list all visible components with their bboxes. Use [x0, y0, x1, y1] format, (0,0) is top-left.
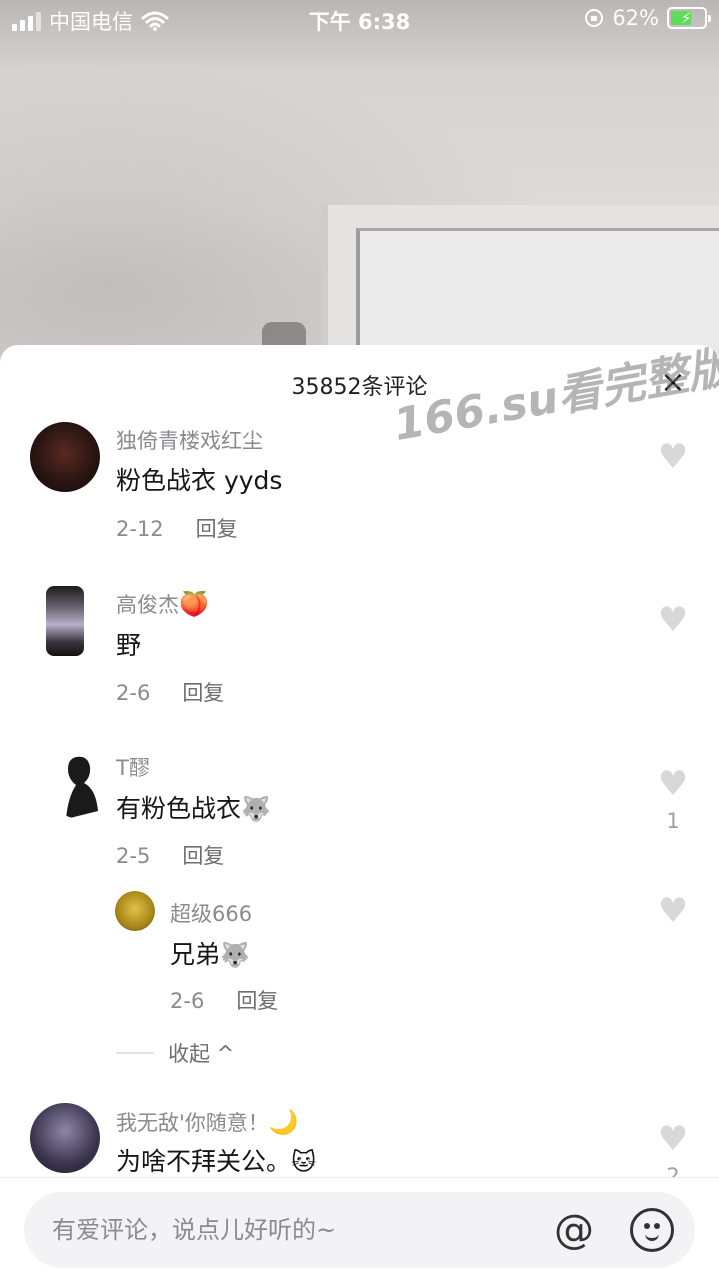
comments-sheet: 35852条评论 × 166.su看完整版 独倚青楼戏红尘 粉色战衣 yyds … — [0, 345, 719, 1280]
silhouette-icon — [66, 756, 98, 819]
heart-icon: ♥ — [657, 764, 689, 804]
heart-icon: ♥ — [657, 1119, 689, 1159]
comment-author[interactable]: 我无敌'你随意！🌙 — [116, 1107, 299, 1137]
avatar[interactable] — [115, 891, 155, 931]
like-count: 1 — [666, 809, 680, 833]
battery-percent: 62% — [612, 6, 659, 30]
reply-button[interactable]: 回复 — [236, 989, 278, 1013]
cat-emoji: 🐱 — [291, 1148, 317, 1176]
reply-button[interactable]: 回复 — [182, 681, 224, 705]
comment-author[interactable]: 超级666 — [170, 898, 252, 928]
comment-author[interactable]: 独倚青楼戏红尘 — [116, 425, 263, 455]
reply-button[interactable]: 回复 — [196, 517, 238, 541]
author-name: 高俊杰 — [116, 593, 179, 617]
comment-text: 粉色战衣 yyds — [116, 466, 283, 495]
comment-text: 野 — [116, 631, 142, 660]
comment-meta: 2-5 回复 — [116, 840, 224, 870]
like-button[interactable]: ♥ — [653, 440, 693, 482]
heart-icon: ♥ — [657, 600, 689, 640]
comment-text-body: 有粉色战衣 — [116, 794, 242, 823]
moon-emoji: 🌙 — [268, 1108, 299, 1136]
avatar[interactable] — [30, 422, 100, 492]
comment-input-container: @ — [24, 1192, 695, 1268]
like-button[interactable]: ♥ 1 — [653, 767, 693, 833]
mention-icon[interactable]: @ — [554, 1204, 594, 1256]
wolf-emoji: 🐺 — [241, 795, 271, 823]
collapse-replies-button[interactable]: 收起 ^ — [116, 1038, 234, 1068]
reply-button[interactable]: 回复 — [182, 844, 224, 868]
comment-text: 兄弟🐺 — [170, 935, 250, 971]
comment-author[interactable]: 高俊杰🍑 — [116, 589, 209, 619]
orientation-lock-icon — [585, 9, 604, 27]
comment-meta: 2-6 回复 — [116, 677, 224, 707]
charging-bolt-icon: ⚡ — [681, 9, 692, 27]
like-button[interactable]: ♥ — [653, 894, 693, 936]
comment-text-body: 为啥不拜关公。 — [116, 1147, 292, 1176]
battery-icon: ⚡ — [667, 7, 711, 29]
comment-date: 2-6 — [116, 681, 151, 705]
comment-author[interactable]: T醪 — [116, 752, 150, 782]
comment-text-body: 兄弟 — [170, 940, 221, 969]
wolf-emoji: 🐺 — [220, 941, 250, 969]
emoji-icon[interactable] — [630, 1208, 674, 1252]
comment-date: 2-6 — [170, 989, 205, 1013]
comment-input[interactable] — [52, 1192, 532, 1268]
author-name: 我无敌'你随意！ — [116, 1111, 269, 1135]
avatar[interactable] — [46, 586, 84, 656]
avatar[interactable] — [46, 749, 116, 819]
peach-emoji: 🍑 — [179, 590, 209, 618]
video-background[interactable] — [0, 0, 719, 360]
comment-date: 2-5 — [116, 844, 151, 868]
comment-meta: 2-12 回复 — [116, 513, 238, 543]
comment-date: 2-12 — [116, 517, 164, 541]
comment-meta: 2-6 回复 — [170, 985, 278, 1015]
status-bar: 中国电信 下午 6:38 62% ⚡ — [0, 0, 719, 40]
like-button[interactable]: ♥ — [653, 603, 693, 645]
divider — [116, 1052, 154, 1054]
avatar[interactable] — [30, 1103, 100, 1173]
status-right: 62% ⚡ — [584, 6, 711, 30]
comment-input-bar: @ — [0, 1177, 719, 1280]
heart-icon: ♥ — [657, 437, 689, 477]
door — [356, 228, 719, 360]
comment-text: 为啥不拜关公。🐱 — [116, 1142, 316, 1178]
heart-icon: ♥ — [657, 891, 689, 931]
comment-text: 有粉色战衣🐺 — [116, 789, 271, 825]
collapse-label: 收起 ^ — [168, 1042, 235, 1066]
